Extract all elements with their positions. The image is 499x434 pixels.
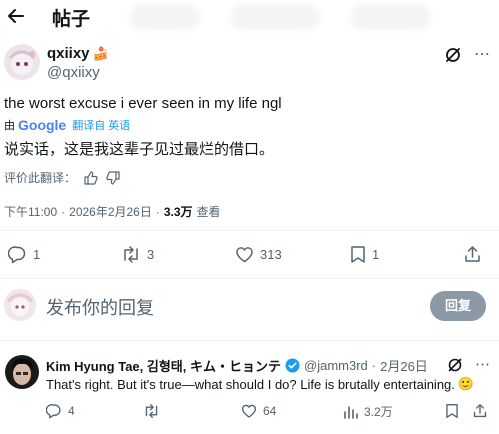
views-label: 查看	[196, 205, 221, 219]
reply-avatar[interactable]	[5, 355, 39, 389]
verified-badge-icon	[285, 358, 300, 373]
reply-action[interactable]: 1	[8, 245, 40, 264]
reply-handle[interactable]: @jamm3rd	[304, 358, 368, 373]
reply-button[interactable]: 回复	[430, 291, 486, 321]
reply-like-count: 64	[263, 404, 277, 418]
repost-icon	[121, 245, 141, 264]
like-count: 313	[260, 247, 282, 262]
reply-views-action[interactable]: 3.2万	[343, 403, 393, 420]
grok-icon[interactable]	[447, 357, 463, 373]
bookmark-icon[interactable]	[445, 403, 459, 419]
bookmark-icon	[350, 245, 366, 264]
repost-count: 3	[147, 247, 155, 262]
smile-emoji: 🙂	[457, 376, 475, 391]
reply-display-name[interactable]: Kim Hyung Tae, 김형태, キム・ヒョンテ	[46, 356, 281, 375]
repost-icon	[143, 403, 160, 419]
view-count: 3.3万	[163, 205, 193, 219]
heart-icon	[235, 245, 254, 264]
share-icon[interactable]	[463, 245, 482, 264]
reply-reply-action[interactable]: 4	[46, 403, 75, 419]
reply-count: 1	[33, 247, 41, 262]
back-arrow-icon[interactable]	[6, 6, 26, 26]
separator-dot: ·	[155, 204, 160, 219]
rate-translation-label: 评价此翻译：	[4, 171, 77, 185]
post-display-name[interactable]: qxiixy	[47, 45, 90, 62]
divider	[0, 340, 499, 341]
more-options-icon[interactable]: ⋯	[474, 44, 491, 64]
thumbs-down-icon[interactable]	[106, 170, 120, 185]
post-date[interactable]: 2026年2月26日	[69, 203, 152, 220]
thumbs-up-icon[interactable]	[84, 170, 98, 185]
google-logo: Google	[18, 117, 67, 133]
reply-date[interactable]: 2月26日	[380, 356, 428, 375]
header-blurred-area	[130, 4, 200, 30]
repost-action[interactable]: 3	[121, 245, 154, 264]
header-blurred-area	[230, 4, 320, 30]
translated-by-label: 由	[4, 120, 15, 132]
more-options-icon[interactable]: ⋯	[475, 355, 490, 373]
reply-input[interactable]: 发布你的回复	[46, 294, 154, 320]
post-time[interactable]: 下午11:00	[4, 203, 57, 220]
divider	[0, 278, 499, 279]
reply-text: That's right. But it's true—what should …	[46, 376, 455, 392]
reply-views-count: 3.2万	[364, 405, 393, 419]
reply-repost-action[interactable]	[143, 403, 160, 419]
page-title: 帖子	[52, 9, 91, 30]
reply-like-action[interactable]: 64	[241, 403, 276, 419]
divider	[0, 230, 499, 231]
grok-icon[interactable]	[444, 46, 462, 64]
reply-icon	[8, 245, 27, 264]
reply-icon	[46, 403, 62, 419]
analytics-icon	[343, 404, 358, 419]
my-avatar[interactable]	[4, 289, 36, 321]
cake-emoji: 🍰	[92, 45, 109, 61]
avatar[interactable]	[4, 44, 40, 80]
like-action[interactable]: 313	[235, 245, 282, 264]
heart-icon	[241, 403, 257, 419]
reply-reply-count: 4	[68, 404, 75, 418]
bookmark-count: 1	[372, 247, 380, 262]
translated-text: 说实话，这是我这辈子见过最烂的借口。	[4, 141, 275, 158]
post-handle[interactable]: @qxiixy	[47, 64, 100, 81]
separator-dot: ·	[371, 358, 377, 373]
translated-from-label[interactable]: 翻译自 英语	[72, 117, 130, 133]
header-blurred-area	[350, 4, 430, 30]
bookmark-action[interactable]: 1	[350, 245, 379, 264]
post-text: the worst excuse i ever seen in my life …	[4, 95, 282, 112]
separator-dot: ·	[61, 204, 66, 219]
share-icon[interactable]	[472, 403, 488, 419]
